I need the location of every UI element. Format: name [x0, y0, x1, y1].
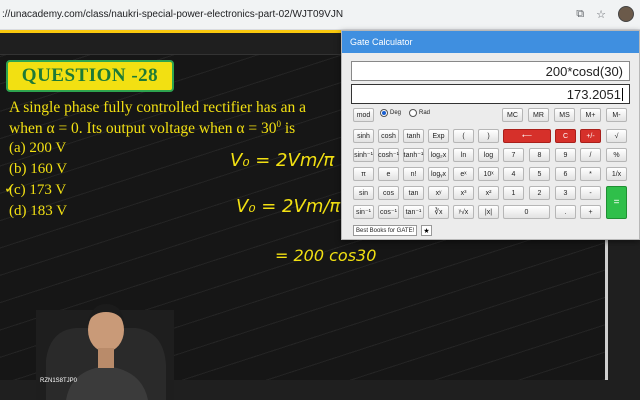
m-minus-button[interactable]: M-	[606, 108, 627, 122]
factorial-button[interactable]: n!	[403, 167, 424, 181]
handwritten-formula-2: V₀ = 2Vm/π	[236, 196, 341, 217]
option-d: (d) 183 V	[9, 203, 68, 219]
plus-button[interactable]: +	[580, 205, 601, 219]
question-line-2: when α = 0. Its output voltage when α = …	[9, 119, 295, 138]
cos-button[interactable]: cos	[378, 186, 399, 200]
question-line-1: A single phase fully controlled rectifie…	[9, 99, 306, 116]
handwritten-result: = 200 cos30	[275, 246, 377, 265]
deg-radio[interactable]	[380, 109, 388, 117]
question-badge: QUESTION -28	[6, 60, 174, 92]
url-text[interactable]: ://unacademy.com/class/naukri-special-po…	[2, 9, 343, 20]
log-button[interactable]: log	[478, 148, 499, 162]
backspace-button[interactable]: ⟵	[503, 129, 551, 143]
reciprocal-button[interactable]: 1/x	[606, 167, 627, 181]
atan-button[interactable]: tan⁻¹	[403, 205, 424, 219]
key-1[interactable]: 1	[503, 186, 524, 200]
cosh-button[interactable]: cosh	[378, 129, 399, 143]
ms-button[interactable]: MS	[554, 108, 575, 122]
star-icon[interactable]: ★	[421, 225, 432, 236]
clear-button[interactable]: C	[555, 129, 576, 143]
mr-button[interactable]: MR	[528, 108, 549, 122]
question-line-2-text: when α = 0. Its output voltage when α = …	[9, 120, 277, 138]
open-in-new-icon[interactable]: ⧉	[576, 8, 584, 21]
key-4[interactable]: 4	[503, 167, 524, 181]
handwritten-tick-icon: ✓	[4, 181, 16, 197]
abs-button[interactable]: |x|	[478, 205, 499, 219]
sinh-button[interactable]: sinh	[353, 129, 374, 143]
calculator-title[interactable]: Gate Calculator	[342, 31, 639, 53]
result-value: 173.2051	[566, 87, 621, 102]
x-squared-button[interactable]: x²	[478, 186, 499, 200]
asinh-button[interactable]: sinh⁻¹	[353, 148, 374, 162]
plus-minus-button[interactable]: +/-	[580, 129, 601, 143]
cube-root-button[interactable]: ∛x	[428, 205, 449, 219]
deg-label: Deg	[390, 110, 402, 116]
tan-button[interactable]: tan	[403, 186, 424, 200]
best-books-link[interactable]: Best Books for GATE!	[353, 225, 418, 236]
key-2[interactable]: 2	[529, 186, 550, 200]
log2x-button[interactable]: log₂x	[428, 148, 449, 162]
ln-button[interactable]: ln	[453, 148, 474, 162]
pi-button[interactable]: π	[353, 167, 374, 181]
equals-button[interactable]: =	[606, 186, 627, 219]
rad-label: Rad	[419, 110, 431, 116]
multiply-button[interactable]: *	[580, 167, 601, 181]
profile-avatar[interactable]	[618, 6, 634, 22]
sin-button[interactable]: sin	[353, 186, 374, 200]
tanh-button[interactable]: tanh	[403, 129, 424, 143]
option-a: (a) 200 V	[9, 140, 67, 156]
acosh-button[interactable]: cosh⁻¹	[378, 148, 399, 162]
ex-button[interactable]: eˣ	[453, 167, 474, 181]
key-9[interactable]: 9	[555, 148, 576, 162]
acos-button[interactable]: cos⁻¹	[378, 205, 399, 219]
key-3[interactable]: 3	[555, 186, 576, 200]
expression-display: 200*cosd(30)	[351, 61, 630, 81]
handwritten-formula-1: V₀ = 2Vm/π	[230, 150, 335, 171]
percent-button[interactable]: %	[606, 148, 627, 162]
presenter-tag: RZN1S8TJP0	[40, 378, 78, 384]
atanh-button[interactable]: tanh⁻¹	[403, 148, 424, 162]
x-power-y-button[interactable]: xʸ	[428, 186, 449, 200]
sqrt-button[interactable]: √	[606, 129, 627, 143]
key-6[interactable]: 6	[555, 167, 576, 181]
open-paren-button[interactable]: (	[453, 129, 474, 143]
m-plus-button[interactable]: M+	[580, 108, 601, 122]
e-button[interactable]: e	[378, 167, 399, 181]
mc-button[interactable]: MC	[502, 108, 523, 122]
decimal-button[interactable]: .	[555, 205, 576, 219]
key-8[interactable]: 8	[529, 148, 550, 162]
logyx-button[interactable]: logᵧx	[428, 167, 449, 181]
option-c: (c) 173 V	[9, 182, 67, 198]
question-line-2-tail: is	[284, 120, 296, 138]
key-7[interactable]: 7	[503, 148, 524, 162]
y-root-button[interactable]: ʸ√x	[453, 205, 474, 219]
mod-button[interactable]: mod	[353, 108, 374, 122]
close-paren-button[interactable]: )	[478, 129, 499, 143]
question-degree-sup: 0	[276, 119, 281, 129]
browser-address-bar[interactable]: ://unacademy.com/class/naukri-special-po…	[0, 0, 640, 30]
bookmark-star-icon[interactable]: ☆	[596, 8, 606, 21]
key-0[interactable]: 0	[503, 205, 550, 219]
gate-calculator[interactable]: Gate Calculator 200*cosd(30) 173.2051 mo…	[341, 30, 640, 240]
option-b: (b) 160 V	[9, 161, 68, 177]
ten-power-button[interactable]: 10ˣ	[478, 167, 499, 181]
question-badge-label: QUESTION -28	[21, 65, 159, 86]
asin-button[interactable]: sin⁻¹	[353, 205, 374, 219]
result-display[interactable]: 173.2051	[351, 84, 630, 104]
divide-button[interactable]: /	[580, 148, 601, 162]
angle-mode-group[interactable]: Deg Rad	[380, 109, 430, 117]
rad-radio[interactable]	[409, 109, 418, 117]
x-cubed-button[interactable]: x³	[453, 186, 474, 200]
exp-button[interactable]: Exp	[428, 129, 449, 143]
key-5[interactable]: 5	[529, 167, 550, 181]
minus-button[interactable]: -	[580, 186, 601, 200]
